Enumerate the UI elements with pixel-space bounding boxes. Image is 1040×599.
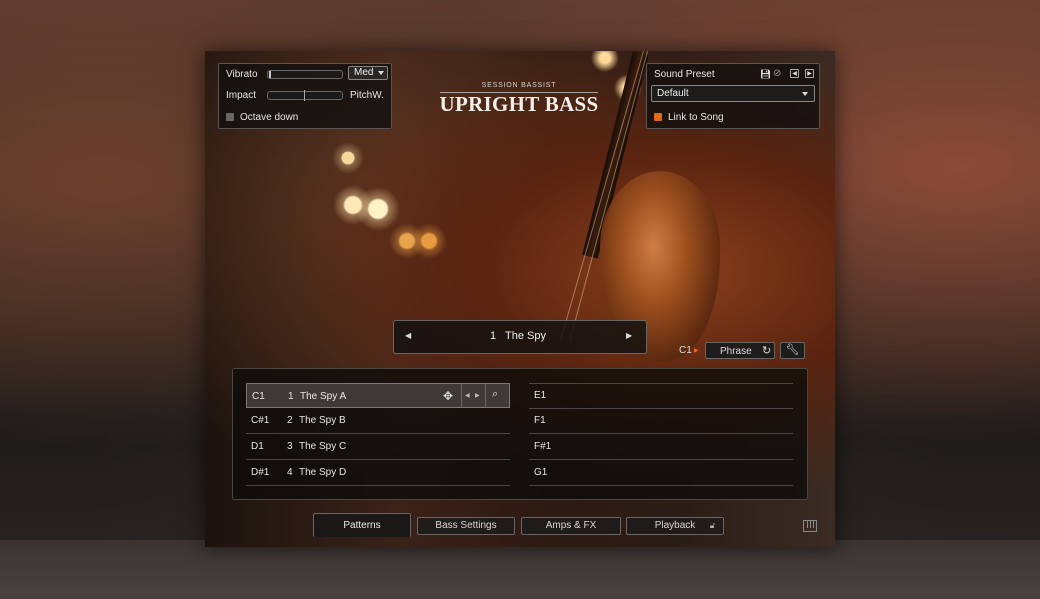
- upright-bass-plugin-window: Vibrato Med Impact PitchW. Octave down S…: [205, 51, 835, 547]
- pattern-previous-button[interactable]: ◀: [405, 331, 411, 340]
- impact-slider-center-mark[interactable]: [304, 90, 305, 101]
- phrase-key-label: C1: [679, 345, 692, 356]
- phrase-button[interactable]: Phrase ↻: [705, 342, 775, 359]
- row-prev-icon[interactable]: ◀: [465, 392, 470, 399]
- row-number: 1: [288, 391, 294, 402]
- chevron-down-icon: [378, 71, 384, 75]
- octave-down-checkbox[interactable]: [226, 113, 234, 121]
- chevron-down-icon: [802, 92, 808, 96]
- link-to-song-checkbox[interactable]: [654, 113, 662, 121]
- pattern-navigator: ◀ 1 The Spy ▶: [393, 320, 647, 354]
- pattern-list: C1 1 The Spy A ✥ ◀ ▶ ⌕ C#1 2 The Spy B D…: [232, 368, 808, 500]
- row-note: D#1: [251, 467, 270, 478]
- sound-preset-value: Default: [657, 88, 689, 99]
- sound-preset-label: Sound Preset: [654, 69, 715, 80]
- pattern-number: 1: [490, 330, 497, 342]
- pattern-row-f1[interactable]: F1: [529, 408, 793, 434]
- row-pattern-name: The Spy A: [300, 391, 347, 402]
- brand-subtitle: SESSION BASSIST: [481, 82, 557, 89]
- row-number: 4: [287, 467, 293, 478]
- sound-preset-panel: Sound Preset 💾︎ ⊘ ◀ ▶ Default Link to So…: [646, 63, 820, 129]
- impact-slider[interactable]: [267, 90, 343, 101]
- row-number: 2: [287, 415, 293, 426]
- octave-down-label: Octave down: [240, 112, 299, 123]
- move-icon[interactable]: ✥: [443, 389, 453, 403]
- pattern-row-c1[interactable]: C1 1 The Spy A ✥ ◀ ▶ ⌕: [246, 383, 510, 408]
- row-note: F1: [534, 415, 546, 426]
- tab-playback[interactable]: Playback 🔓︎: [626, 517, 724, 535]
- tab-playback-label: Playback: [654, 520, 696, 531]
- brand-title: UPRIGHT BASS: [439, 92, 599, 116]
- search-icon[interactable]: ⌕: [492, 388, 498, 401]
- row-note: G1: [534, 467, 548, 478]
- pattern-name: The Spy: [505, 330, 546, 342]
- pattern-next-button[interactable]: ▶: [626, 331, 632, 340]
- wrench-icon: 🔧︎: [785, 344, 800, 356]
- row-note: C1: [252, 391, 265, 402]
- tab-amps-fx[interactable]: Amps & FX: [521, 517, 621, 535]
- settings-wrench-button[interactable]: 🔧︎: [780, 342, 805, 359]
- vibrato-slider[interactable]: [267, 70, 343, 79]
- sync-icon: ↻: [762, 345, 772, 357]
- row-divider: [461, 384, 462, 407]
- row-next-icon[interactable]: ▶: [475, 392, 480, 399]
- unlock-icon: 🔓︎: [709, 521, 715, 530]
- pattern-row-cs1[interactable]: C#1 2 The Spy B: [246, 408, 510, 434]
- row-pattern-name: The Spy B: [299, 415, 346, 426]
- tab-patterns[interactable]: Patterns: [313, 513, 411, 537]
- tab-bass-settings[interactable]: Bass Settings: [417, 517, 515, 535]
- sound-preset-dropdown[interactable]: Default: [651, 85, 815, 102]
- background-bottom-strip: [0, 540, 1040, 599]
- pattern-row-e1[interactable]: E1: [529, 383, 793, 409]
- play-indicator-icon: ▶: [694, 348, 699, 354]
- link-to-song-label: Link to Song: [668, 112, 724, 123]
- vibrato-rate-value: Med: [354, 67, 374, 78]
- pattern-row-fs1[interactable]: F#1: [529, 434, 793, 460]
- row-note: C#1: [251, 415, 270, 426]
- preset-next-button[interactable]: ▶: [805, 69, 814, 78]
- row-pattern-name: The Spy C: [299, 441, 347, 452]
- pattern-row-ds1[interactable]: D#1 4 The Spy D: [246, 460, 510, 486]
- keyboard-icon[interactable]: [803, 520, 817, 532]
- row-pattern-name: The Spy D: [299, 467, 347, 478]
- performance-controls-panel: Vibrato Med Impact PitchW. Octave down: [218, 63, 392, 129]
- phrase-label: Phrase: [720, 346, 752, 357]
- row-note: F#1: [534, 441, 552, 452]
- preset-previous-button[interactable]: ◀: [790, 69, 799, 78]
- pattern-row-d1[interactable]: D1 3 The Spy C: [246, 434, 510, 460]
- row-number: 3: [287, 441, 293, 452]
- pattern-row-g1[interactable]: G1: [529, 460, 793, 486]
- save-icon[interactable]: 💾︎: [760, 69, 771, 80]
- row-note: D1: [251, 441, 264, 452]
- delete-icon[interactable]: ⊘: [773, 68, 781, 79]
- row-note: E1: [534, 390, 547, 401]
- pitchw-label: PitchW.: [350, 90, 384, 101]
- row-divider: [485, 384, 486, 407]
- impact-label: Impact: [226, 90, 257, 101]
- vibrato-slider-handle[interactable]: [269, 71, 271, 78]
- vibrato-label: Vibrato: [226, 69, 258, 80]
- vibrato-rate-dropdown[interactable]: Med: [348, 66, 388, 80]
